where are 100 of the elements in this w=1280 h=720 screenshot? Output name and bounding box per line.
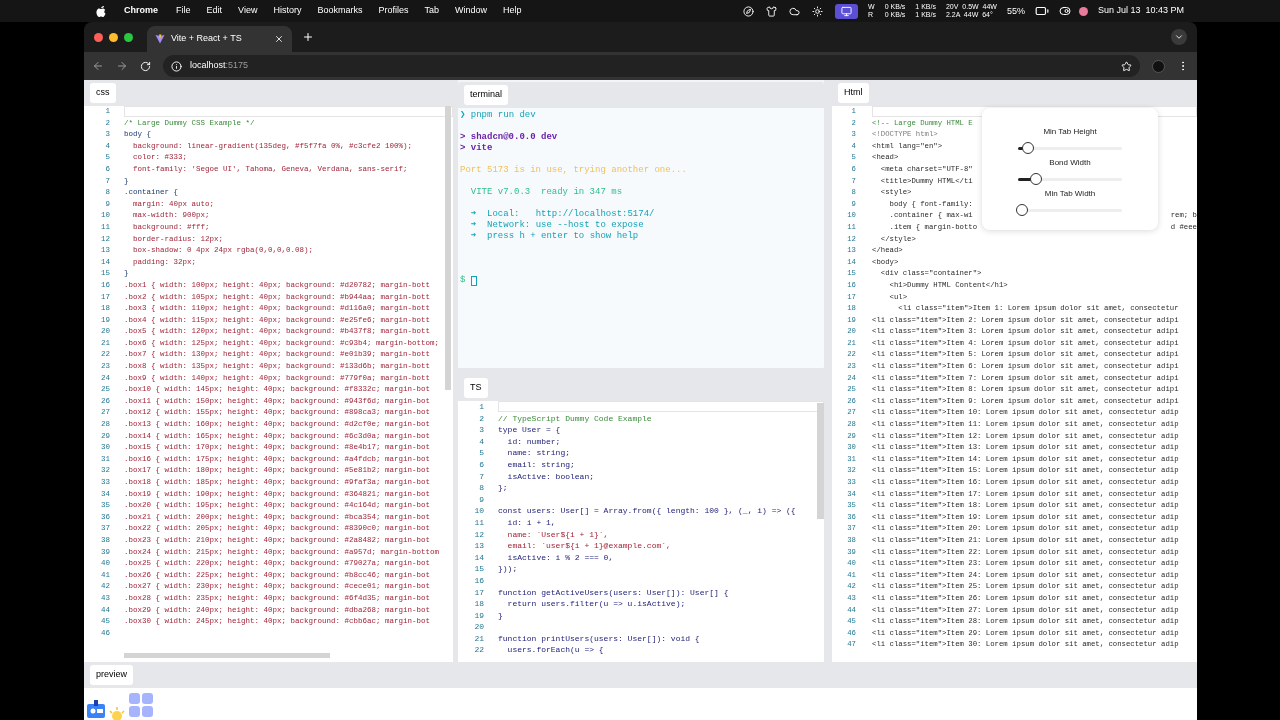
code-line: function getActiveUsers(users: User[]): User[] {: [498, 586, 729, 599]
line-number: 12: [473, 528, 484, 541]
menu-app-name[interactable]: Chrome: [124, 4, 158, 18]
code-line: name: `User${i + 1}`,: [506, 528, 609, 541]
line-number: 5: [478, 447, 484, 459]
back-icon[interactable]: [92, 60, 104, 72]
apple-icon[interactable]: [96, 5, 106, 17]
code-line: const users: User[] = Array.from({ length: 100 }, (_, i) => ({: [498, 505, 796, 517]
terminal-line: ➜ Local: http://localhost:5174/: [469, 209, 655, 220]
status-readout[interactable]: 55%: [1006, 7, 1025, 15]
url-port: :5175: [225, 59, 249, 73]
tab-search-button[interactable]: [1171, 29, 1187, 45]
code-line: id: number;: [506, 435, 561, 448]
code-line: users.forEach(u => {: [506, 644, 604, 657]
code-line: isActive: boolean;: [506, 470, 594, 483]
line-number: 16: [473, 574, 484, 587]
code-line: type User = {: [498, 424, 561, 436]
close-tab-icon[interactable]: [274, 34, 284, 44]
menu-item[interactable]: View: [238, 4, 258, 18]
line-number: 4: [478, 435, 484, 448]
line-number: 18: [473, 598, 484, 610]
menu-item[interactable]: File: [176, 4, 191, 18]
terminal-line: ➜ press h + enter to show help: [469, 231, 639, 242]
line-number: 22: [473, 644, 484, 657]
terminal-line: $: [460, 275, 466, 286]
menu-item[interactable]: Edit: [206, 4, 223, 18]
site-info-icon[interactable]: [171, 60, 182, 72]
code-line: return users.filter(u => u.isActive);: [506, 598, 686, 610]
minimize-window-button[interactable]: [109, 32, 118, 42]
line-number: 20: [473, 621, 484, 633]
terminal-cursor[interactable]: [471, 275, 478, 286]
panel-tab[interactable]: css: [90, 83, 116, 103]
close-window-button[interactable]: [94, 32, 103, 42]
line-number: 21: [473, 632, 484, 645]
line-number: 19: [473, 609, 484, 622]
slider[interactable]: [1018, 204, 1122, 216]
line-number: 10: [473, 505, 484, 517]
slider[interactable]: [1018, 173, 1122, 185]
scrollbar-thumb[interactable]: [817, 403, 824, 519]
code-line: };: [498, 482, 508, 494]
panel-tab[interactable]: preview: [90, 665, 133, 685]
code-line: id: i + 1,: [506, 516, 556, 529]
shirt-icon[interactable]: [766, 5, 778, 17]
sun-icon: [108, 706, 126, 720]
new-tab-icon[interactable]: [302, 31, 314, 43]
line-number: 8: [478, 482, 484, 494]
line-number: 14: [473, 551, 484, 564]
battery-icon[interactable]: [1034, 4, 1049, 18]
code-line: email: `user${i + 1}@example.com`,: [506, 540, 671, 552]
cloud-icon[interactable]: [789, 5, 801, 17]
line-number: 6: [478, 458, 484, 471]
panel-tab[interactable]: terminal: [464, 85, 508, 105]
menu-item[interactable]: Window: [454, 4, 487, 18]
menu-item[interactable]: History: [273, 4, 302, 18]
code-line: }));: [498, 563, 518, 575]
terminal-line: > vite: [460, 143, 493, 154]
terminal-line: Port 5173 is in use, trying another one...: [460, 165, 687, 176]
menu-item[interactable]: Tab: [424, 4, 439, 18]
terminal-line: VITE v7.0.3 ready in 347 ms: [469, 187, 623, 198]
terminal-line: > shadcn@0.0.0 dev: [460, 132, 558, 143]
browser-tab[interactable]: Vite + React + TS: [147, 26, 292, 52]
line-number: 2: [478, 412, 484, 425]
slider-label: Bond Width: [1049, 157, 1091, 169]
zoom-window-button[interactable]: [124, 32, 133, 42]
line-number: 17: [473, 586, 484, 599]
vite-logo-icon: [155, 34, 165, 44]
compass-icon[interactable]: [743, 5, 755, 17]
line-number: 1: [478, 401, 484, 413]
terminal-line: ➜ Network: use --host to expose: [469, 220, 644, 231]
panel-tab[interactable]: TS: [464, 378, 488, 398]
scrollbar-thumb[interactable]: [445, 106, 451, 390]
slider[interactable]: [1018, 142, 1122, 154]
menu-item[interactable]: Help: [503, 4, 522, 18]
url-host: localhost: [190, 59, 226, 73]
line-number: 11: [473, 516, 484, 529]
line-number: 9: [478, 493, 484, 506]
chevron-down-icon: [1174, 32, 1184, 42]
clock[interactable]: Sun Jul 13 10:43 PM: [1097, 4, 1184, 18]
code-line: email: string;: [506, 458, 575, 471]
slider-label: Min Tab Width: [1044, 188, 1096, 200]
address-bar[interactable]: localhost:5175: [163, 55, 1140, 77]
menu-item[interactable]: Bookmarks: [317, 4, 363, 18]
brightness-icon[interactable]: [812, 5, 824, 17]
grid-icon: [128, 692, 154, 718]
line-number: 3: [478, 424, 484, 436]
code-line: function printUsers(users: User[]): void {: [498, 632, 700, 645]
panel-tab[interactable]: Html: [838, 83, 869, 103]
code-line: isActive: i % 2 === 0,: [506, 551, 614, 564]
screen-icon[interactable]: [835, 3, 859, 19]
terminal-line: ❯ pnpm run dev: [460, 110, 536, 121]
reload-icon[interactable]: [140, 60, 151, 72]
tab-title: Vite + React + TS: [171, 32, 243, 46]
code-line: // TypeScript Dummy Code Example: [498, 412, 652, 425]
line-number: 13: [473, 540, 484, 552]
line-number: 15: [473, 563, 484, 575]
line-number: 7: [478, 470, 484, 483]
menu-item[interactable]: Profiles: [378, 4, 409, 18]
scrollbar-thumb[interactable]: [124, 653, 330, 658]
bookmark-star-icon[interactable]: [1121, 60, 1132, 72]
forward-icon[interactable]: [116, 60, 128, 72]
